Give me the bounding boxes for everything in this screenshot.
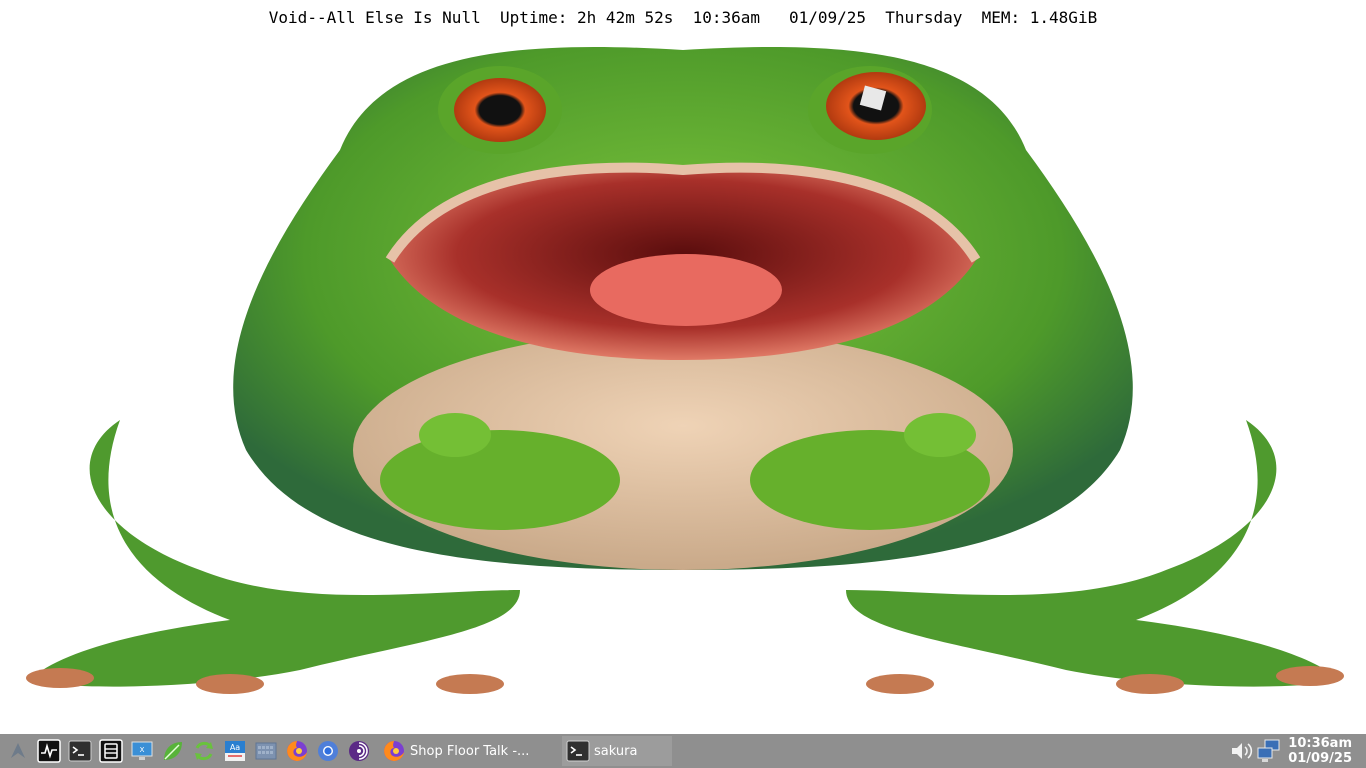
taskbar-task-firefox[interactable]: Shop Floor Talk -... xyxy=(378,736,528,766)
task-label: sakura xyxy=(594,743,638,759)
firefox-icon[interactable] xyxy=(284,738,310,764)
refresh-updater-icon[interactable] xyxy=(191,738,217,764)
terminal-icon xyxy=(566,740,590,762)
frog-wallpaper-image xyxy=(26,46,1344,694)
clock-date: 01/09/25 xyxy=(1288,751,1352,766)
keyboard-icon[interactable] xyxy=(253,738,279,764)
desktop: Void--All Else Is Null Uptime: 2h 42m 52… xyxy=(0,0,1366,734)
clock-time: 10:36am xyxy=(1288,736,1352,751)
taskbar: X Aa Shop Floor Talk -... sakura 10:36am… xyxy=(0,734,1366,768)
leaf-editor-icon[interactable] xyxy=(160,738,186,764)
chromium-icon[interactable] xyxy=(315,738,341,764)
remote-desktop-icon[interactable]: X xyxy=(129,738,155,764)
svg-text:Aa: Aa xyxy=(230,743,240,752)
volume-icon[interactable] xyxy=(1228,738,1254,764)
task-label: Shop Floor Talk -... xyxy=(410,743,528,759)
network-icon[interactable] xyxy=(1256,738,1282,764)
conky-status-line: Void--All Else Is Null Uptime: 2h 42m 52… xyxy=(268,8,1098,27)
app-menu-icon[interactable] xyxy=(5,738,31,764)
svg-text:X: X xyxy=(140,746,145,754)
system-monitor-icon[interactable] xyxy=(36,738,62,764)
system-tray: 10:36am 01/09/25 xyxy=(1228,734,1366,768)
clock[interactable]: 10:36am 01/09/25 xyxy=(1284,736,1366,766)
file-manager-icon[interactable] xyxy=(98,738,124,764)
terminal-icon[interactable] xyxy=(67,738,93,764)
font-viewer-icon[interactable]: Aa xyxy=(222,738,248,764)
firefox-icon xyxy=(384,741,404,761)
tor-browser-icon[interactable] xyxy=(346,738,372,764)
taskbar-task-sakura[interactable]: sakura xyxy=(562,736,672,766)
